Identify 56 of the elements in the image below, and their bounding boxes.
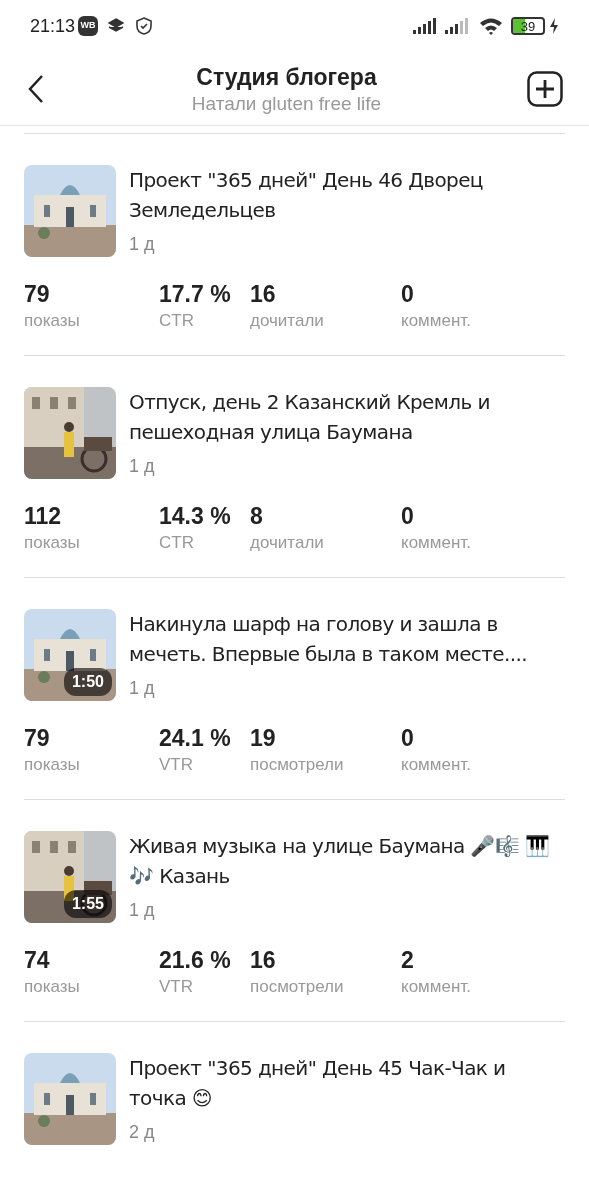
page-subtitle: Натали gluten free life (191, 92, 382, 116)
wifi-icon (479, 17, 503, 35)
post-title[interactable]: Проект "365 дней" День 46 Дворец Земледельцев (129, 165, 565, 225)
shield-icon (136, 17, 153, 35)
post-title[interactable]: Живая музыка на улице Баумана 🎤🎼 🎹🎶 Казань (129, 831, 565, 891)
post-age: 1 д (129, 233, 156, 256)
back-icon[interactable] (26, 74, 46, 104)
signal-icon (413, 18, 439, 34)
stat-value: 79 (24, 280, 51, 309)
stat-value: 16 (250, 280, 277, 309)
stat-label: показы (24, 532, 81, 554)
stat-label: коммент. (401, 976, 472, 998)
stat-label: VTR (159, 754, 194, 776)
stat-value: 19 (250, 724, 277, 753)
post-title[interactable]: Проект "365 дней" День 45 Чак-Чак и точка 😊 (129, 1053, 565, 1113)
stat-label: показы (24, 754, 81, 776)
post-age: 1 д (129, 899, 156, 922)
signal-icon (445, 18, 471, 34)
stat-value: 2 (401, 946, 415, 975)
video-duration: 1:50 (63, 668, 112, 696)
stat-label: посмотрели (250, 754, 345, 776)
post-age: 1 д (129, 455, 156, 478)
stat-value: 21.6 % (159, 946, 232, 975)
stat-value: 0 (401, 280, 415, 309)
stat-label: дочитали (250, 310, 325, 332)
layers-icon (108, 18, 125, 34)
add-icon[interactable] (527, 71, 563, 107)
app-badge: WB (78, 16, 99, 36)
charging-icon (549, 18, 559, 34)
post-age: 2 д (129, 1121, 156, 1144)
stat-label: посмотрели (250, 976, 345, 998)
stat-value: 0 (401, 502, 415, 531)
stat-label: коммент. (401, 754, 472, 776)
stat-label: дочитали (250, 532, 325, 554)
stat-label: VTR (159, 976, 194, 998)
stat-value: 8 (250, 502, 264, 531)
stat-label: показы (24, 976, 81, 998)
stat-value: 14.3 % (159, 502, 232, 531)
stat-label: CTR (159, 310, 195, 332)
status-time: 21:13 (30, 14, 76, 38)
stat-value: 74 (24, 946, 51, 975)
stat-value: 16 (250, 946, 277, 975)
post-title[interactable]: Накинула шарф на голову и зашла в мечеть. Впервые была в таком месте.... (129, 609, 565, 669)
stat-value: 0 (401, 724, 415, 753)
stat-label: CTR (159, 532, 195, 554)
stat-label: коммент. (401, 310, 472, 332)
stat-value: 112 (24, 502, 63, 531)
page-title: Студия блогера (196, 63, 377, 92)
video-duration: 1:55 (63, 890, 112, 918)
stat-label: коммент. (401, 532, 472, 554)
stat-value: 24.1 % (159, 724, 232, 753)
stat-value: 79 (24, 724, 51, 753)
post-title[interactable]: Отпуск, день 2 Казанский Кремль и пешеходная улица Баумана (129, 387, 565, 447)
post-age: 1 д (129, 677, 156, 700)
stat-label: показы (24, 310, 81, 332)
stat-value: 17.7 % (159, 280, 232, 309)
